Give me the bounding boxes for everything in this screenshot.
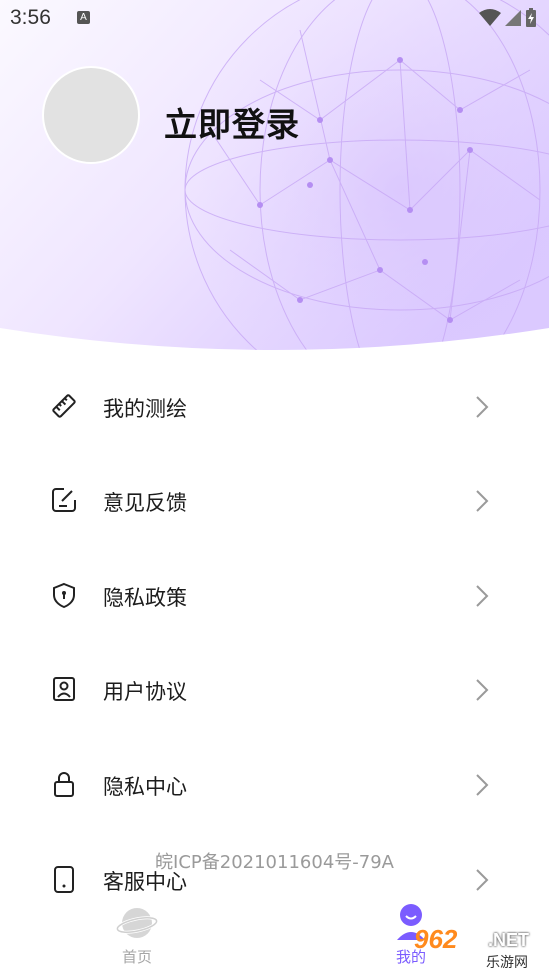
lock-icon xyxy=(54,772,74,797)
menu-label: 我的测绘 xyxy=(103,397,187,421)
menu-item-feedback[interactable]: 意见反馈 xyxy=(0,454,549,548)
user-badge-icon xyxy=(53,677,75,701)
planet-icon xyxy=(116,908,158,938)
menu-label: 用户协议 xyxy=(103,680,187,704)
watermark-domain: .NET xyxy=(488,930,530,950)
wifi-icon xyxy=(479,9,501,26)
menu-item-user-agreement[interactable]: 用户协议 xyxy=(0,643,549,737)
header-background xyxy=(0,0,549,360)
avatar[interactable] xyxy=(42,66,140,164)
menu-item-privacy-center[interactable]: 隐私中心 xyxy=(0,738,549,832)
chevron-right-icon xyxy=(476,679,489,701)
login-link[interactable]: 立即登录 xyxy=(164,98,300,146)
menu-label: 意见反馈 xyxy=(103,491,187,515)
menu-label: 隐私政策 xyxy=(103,586,187,610)
chevron-right-icon xyxy=(476,490,489,512)
watermark-sub: 乐游网 xyxy=(486,955,528,971)
edit-note-icon xyxy=(52,488,76,512)
watermark-number: 962 xyxy=(414,924,458,954)
signal-icon xyxy=(505,10,521,26)
status-time: 3:56 xyxy=(10,6,51,29)
site-watermark: 962 .NET 乐游网 xyxy=(414,924,544,971)
battery-icon xyxy=(526,8,536,27)
tab-home[interactable]: 首页 xyxy=(97,900,177,976)
menu-item-survey[interactable]: 我的测绘 xyxy=(0,360,549,454)
tab-home-label: 首页 xyxy=(121,948,152,966)
chevron-right-icon xyxy=(476,585,489,607)
menu-label: 隐私中心 xyxy=(103,775,187,799)
chevron-right-icon xyxy=(476,774,489,796)
notification-badge: A xyxy=(77,11,90,24)
ruler-icon xyxy=(52,394,76,418)
menu-item-privacy-policy[interactable]: 隐私政策 xyxy=(0,549,549,643)
shield-lock-icon xyxy=(53,582,75,609)
icp-license: 皖ICP备2021011604号-79A xyxy=(155,852,394,873)
status-bar: 3:56 A xyxy=(0,0,549,36)
profile-header: 立即登录 xyxy=(0,0,549,360)
chevron-right-icon xyxy=(476,396,489,418)
